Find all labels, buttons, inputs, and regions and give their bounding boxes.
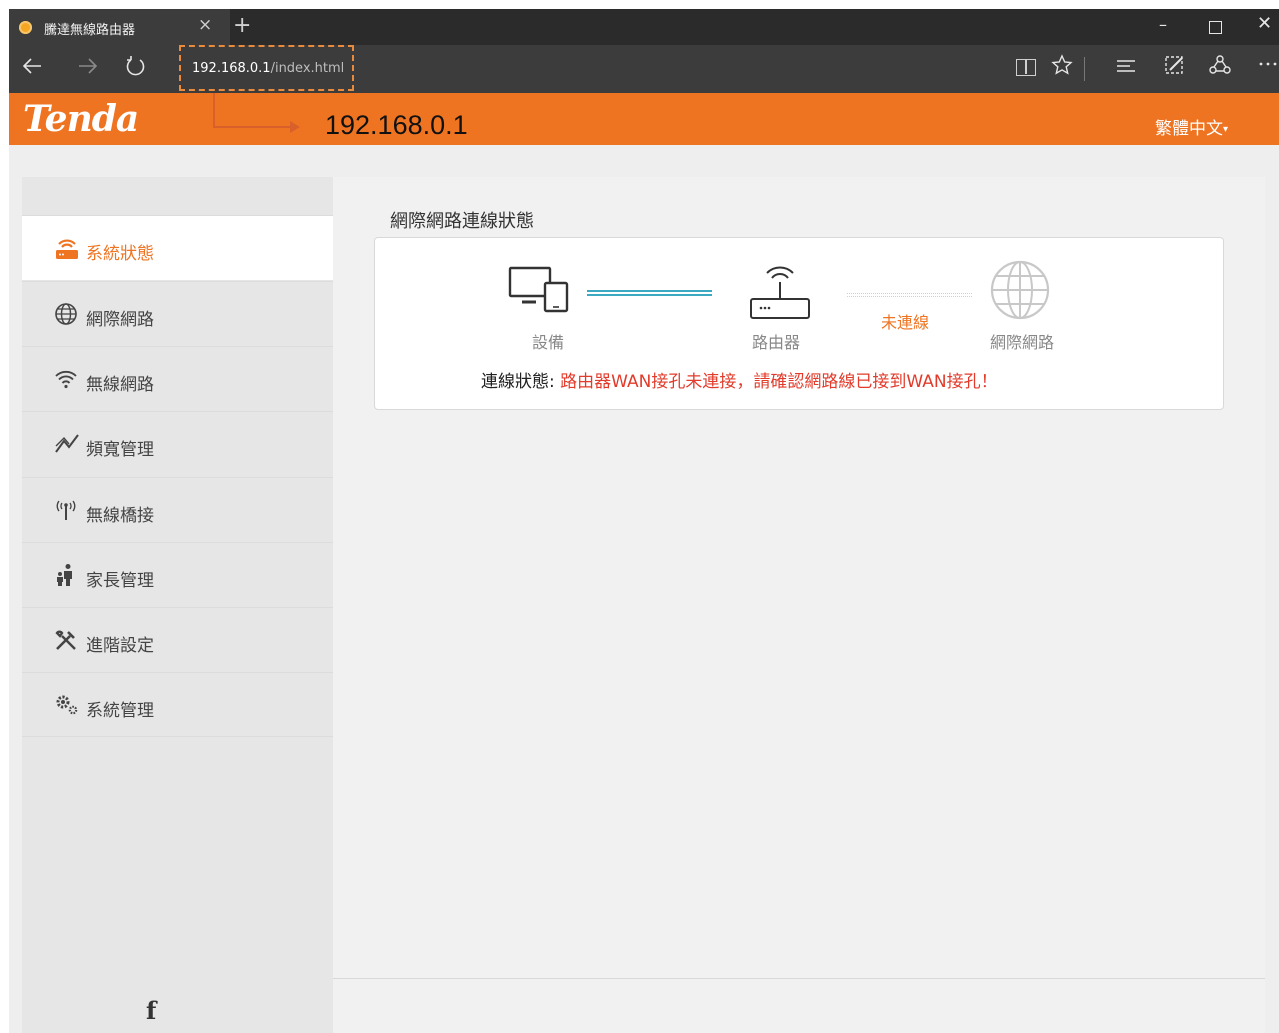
sidebar-item-label: 網際網路: [86, 310, 154, 330]
sidebar-item-parental-control[interactable]: 家長管理: [22, 542, 333, 607]
connection-line-connected: [587, 290, 712, 296]
back-icon[interactable]: [21, 55, 43, 77]
facebook-icon[interactable]: f: [146, 996, 156, 1025]
tab-close-icon[interactable]: ×: [198, 15, 212, 35]
sidebar-item-label: 家長管理: [86, 571, 154, 591]
device-label: 設備: [532, 333, 565, 352]
status-prefix: 連線狀態:: [481, 372, 561, 392]
url-path: /index.html: [270, 61, 345, 76]
device-icon: [508, 266, 570, 314]
tenda-logo: Tenda: [23, 98, 139, 140]
sidebar-item-label: 無線網路: [86, 375, 154, 395]
url-host: 192.168.0.1: [192, 61, 271, 76]
connection-status-text: 連線狀態: 路由器WAN接孔未連接，請確認網路線已接到WAN接孔！: [481, 367, 998, 392]
router-header: Tenda 繁體中文▾: [9, 93, 1279, 145]
sidebar-item-system-status[interactable]: 系統狀態: [22, 215, 333, 280]
maximize-icon[interactable]: [1209, 21, 1222, 34]
status-error-message: 路由器WAN接孔未連接，請確認網路線已接到WAN接孔！: [560, 372, 998, 392]
bandwidth-icon: [54, 432, 79, 456]
connection-line-disconnected: [847, 293, 972, 297]
annotation-connector: [213, 93, 215, 127]
url-input[interactable]: 192.168.0.1/index.html: [192, 61, 344, 76]
link-status-label: 未連線: [881, 313, 930, 332]
left-frame: [0, 0, 9, 1033]
gears-icon: [54, 693, 78, 717]
internet-label: 網際網路: [990, 333, 1055, 352]
sidebar-item-system-management[interactable]: 系統管理: [22, 672, 333, 737]
sidebar-item-bandwidth[interactable]: 頻寬管理: [22, 411, 333, 476]
sidebar-item-advanced-settings[interactable]: 進階設定: [22, 607, 333, 672]
favorite-star-icon[interactable]: [1051, 54, 1073, 76]
wifi-icon: [54, 367, 78, 391]
new-tab-icon[interactable]: +: [233, 13, 251, 38]
language-selector[interactable]: 繁體中文▾: [1155, 114, 1228, 139]
browser-tab[interactable]: 騰達無線路由器 ×: [9, 9, 230, 45]
divider: [333, 978, 1265, 979]
annotation-arrow-icon: [290, 121, 300, 133]
sidebar: 系統狀態 網際網路 無線網路 頻寬管理 無線橋接 家長管理 進階設定 系統管理: [22, 177, 333, 1033]
tab-title: 騰達無線路由器: [44, 23, 136, 38]
web-note-icon[interactable]: [1164, 54, 1186, 76]
sidebar-item-label: 系統管理: [86, 701, 154, 721]
page-title: 網際網路連線狀態: [390, 211, 534, 232]
chevron-down-icon: ▾: [1223, 124, 1229, 135]
toolbar-separator: [1084, 57, 1085, 81]
sidebar-item-label: 無線橋接: [86, 506, 154, 526]
language-label: 繁體中文: [1155, 119, 1223, 139]
sidebar-item-label: 進階設定: [86, 636, 154, 656]
sidebar-item-internet[interactable]: 網際網路: [22, 281, 333, 346]
sidebar-item-label: 系統狀態: [86, 244, 154, 264]
antenna-icon: [54, 498, 78, 522]
window-close-icon[interactable]: ✕: [1257, 13, 1272, 34]
annotation-label: 192.168.0.1: [325, 110, 468, 140]
sidebar-item-wireless-bridge[interactable]: 無線橋接: [22, 477, 333, 542]
tenda-favicon-icon: [19, 21, 32, 34]
hub-icon[interactable]: [1115, 54, 1137, 76]
sidebar-item-wireless[interactable]: 無線網路: [22, 346, 333, 411]
reading-view-icon[interactable]: [1016, 59, 1036, 76]
browser-address-bar: 192.168.0.1/index.html: [9, 45, 1279, 93]
forward-icon[interactable]: [77, 55, 99, 77]
more-icon[interactable]: [1257, 52, 1279, 74]
tools-icon: [54, 628, 78, 652]
internet-globe-icon: [990, 260, 1050, 320]
sidebar-item-label: 頻寬管理: [86, 440, 154, 460]
router-icon: [749, 262, 811, 320]
minimize-icon[interactable]: –: [1159, 15, 1167, 34]
parent-child-icon: [54, 563, 78, 587]
router-label: 路由器: [752, 333, 801, 352]
router-status-icon: [54, 236, 78, 260]
refresh-icon[interactable]: [125, 55, 147, 77]
annotation-connector: [213, 126, 293, 128]
globe-icon: [54, 302, 78, 326]
share-icon[interactable]: [1209, 54, 1231, 76]
browser-tab-bar: 騰達無線路由器 × + – ✕: [9, 9, 1279, 45]
